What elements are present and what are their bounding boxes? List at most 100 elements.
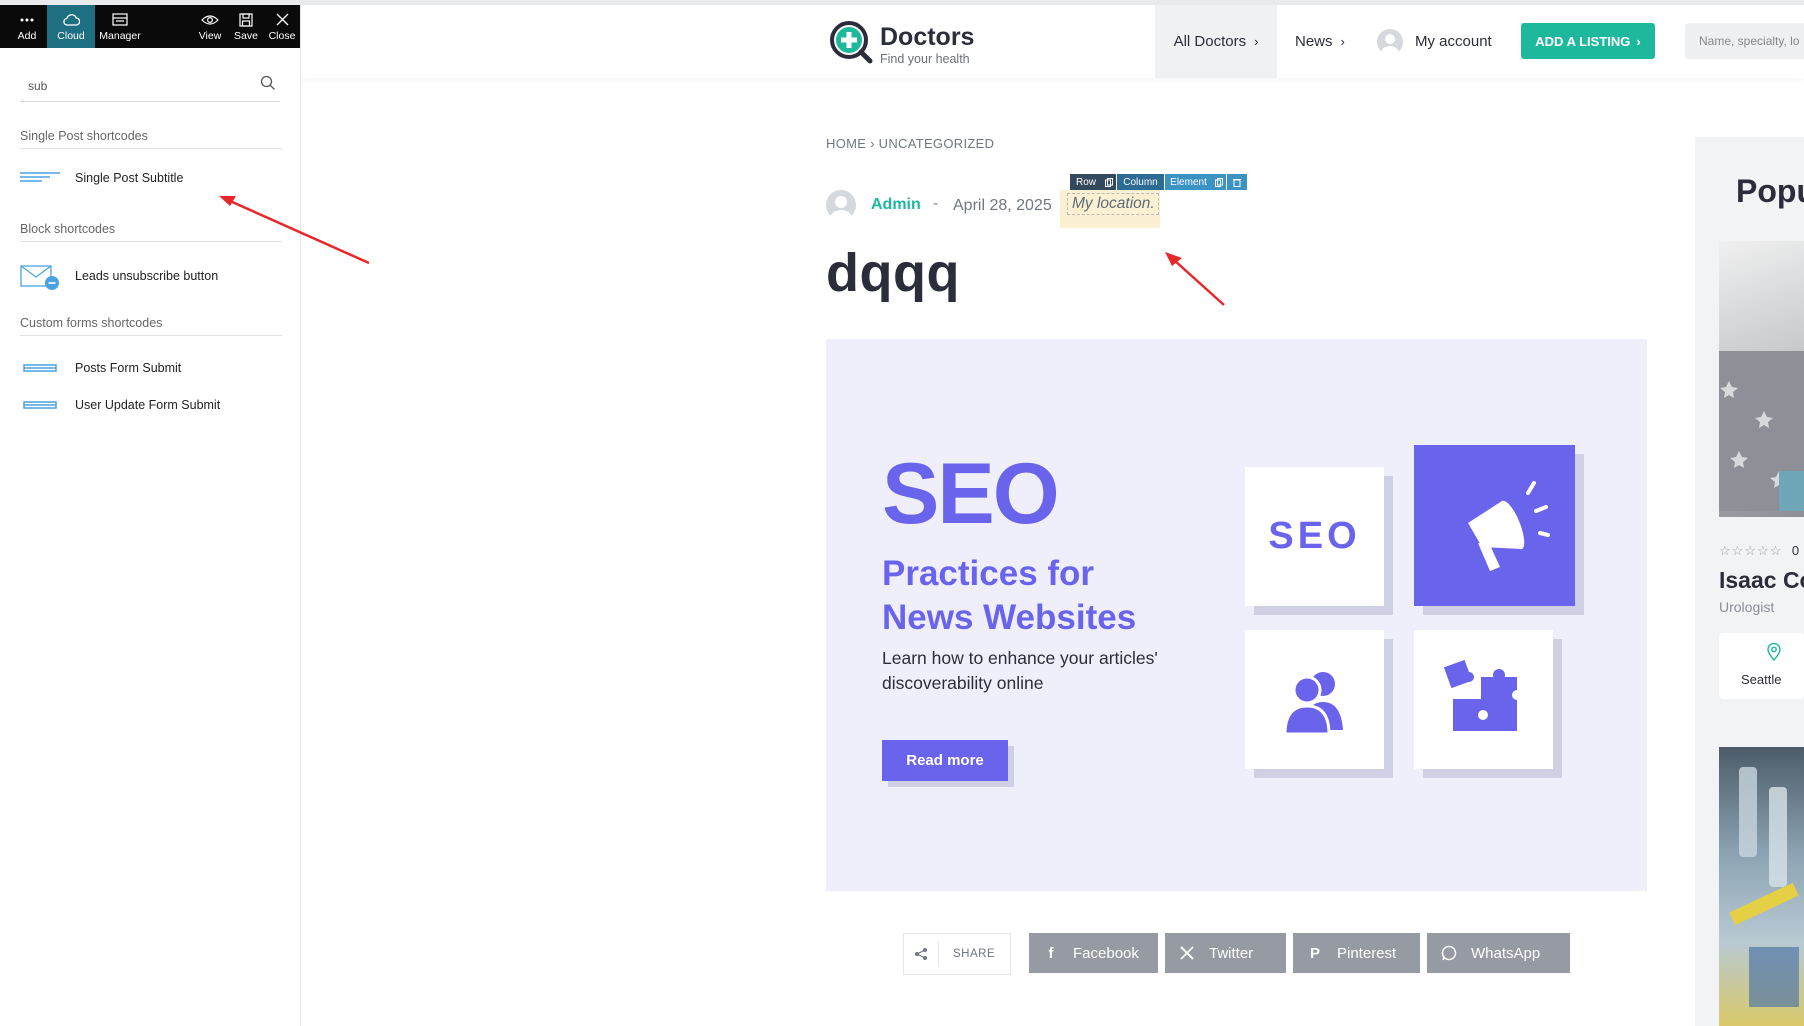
pinterest-icon: P [1309,944,1320,962]
logo-name: Doctors [880,23,975,51]
section-title-block: Block shortcodes [20,222,116,236]
nav-news[interactable]: News › [1295,5,1345,78]
nav-label: All Doctors [1173,33,1247,50]
share-label: SHARE [953,948,996,960]
breadcrumb[interactable]: HOME › UNCATEGORIZED [826,136,994,151]
row-copy-icon[interactable] [1102,174,1116,190]
section-divider [20,241,282,242]
hero-description-line: discoverability online [882,673,1044,693]
vials-photo[interactable] [1719,747,1804,1026]
author-avatar [826,190,856,220]
builder-panel: Add Cloud Manager View Save Close sub Si… [0,5,301,1026]
mail-unsubscribe-icon [20,263,62,290]
add-listing-label: ADD A LISTING [1535,33,1631,49]
form-submit-icon [20,355,62,381]
close-label: Close [268,29,296,42]
post-subtitle-location[interactable]: My location. [1067,193,1159,215]
search-placeholder: Name, specialty, lo [1699,34,1800,48]
column-label: Column [1123,176,1158,188]
element-control[interactable]: Element [1165,174,1212,190]
location-card [1719,633,1804,699]
rating-count: 0 [1791,543,1801,558]
add-label: Add [17,29,37,42]
manager-button[interactable]: Manager [97,5,143,48]
search-value: sub [28,79,48,93]
hero-subheading-line: Practices for [882,554,1095,593]
manager-icon [112,12,128,28]
cloud-button[interactable]: Cloud [47,5,95,48]
popular-sidebar: Popu ☆☆☆☆☆ 0 Isaac Co Urologist Seattle [1695,137,1804,1026]
author-link[interactable]: Admin [871,196,921,214]
share-button-label: WhatsApp [1471,944,1541,962]
doctor-city: Seattle [1741,672,1782,687]
site-logo[interactable]: Doctors Find your health [828,19,988,66]
avatar [1377,28,1403,55]
hero-subheading-line: News Websites [882,598,1137,637]
meta-separator: - [933,195,939,212]
shortcode-item-leads-unsubscribe[interactable]: Leads unsubscribe button [20,263,280,290]
puzzle-tile [1414,630,1553,769]
nav-all-doctors[interactable]: All Doctors › [1155,5,1277,78]
add-listing-button[interactable]: ADD A LISTING › [1521,23,1655,59]
share-icon [904,947,938,961]
shortcode-item-label: Single Post Subtitle [75,171,184,185]
floppy-icon [239,12,253,28]
nav-label: My account [1415,33,1492,50]
cloud-icon [62,12,80,28]
row-control[interactable]: Row [1070,174,1102,190]
share-divider [938,942,939,966]
share-button-label: Facebook [1073,944,1139,962]
chevron-right-icon: › [1340,34,1345,49]
section-title-single-post: Single Post shortcodes [20,129,148,143]
seo-tile: SEO [1245,467,1384,606]
builder-toolbar: Add Cloud Manager View Save Close [0,5,300,48]
manager-label: Manager [99,29,141,42]
view-label: View [198,29,222,42]
doctor-name[interactable]: Isaac Co [1719,567,1804,594]
trash-icon[interactable] [1227,174,1247,190]
read-more-button: Read more [882,740,1008,781]
logo-tagline: Find your health [880,52,970,66]
shortcode-item-label: User Update Form Submit [75,398,221,412]
share-facebook-button[interactable]: f Facebook [1029,933,1158,973]
shortcode-search-input[interactable]: sub [20,67,280,102]
chevron-right-icon: › [1254,34,1259,49]
share-whatsapp-button[interactable]: WhatsApp [1427,933,1570,973]
rating: ☆☆☆☆☆ 0 [1719,543,1800,559]
hero-description-line: Learn how to enhance your articles' [882,648,1158,668]
save-button[interactable]: Save [230,5,262,48]
nav-label: News [1295,33,1333,50]
element-copy-icon[interactable] [1212,174,1226,190]
column-control[interactable]: Column [1117,174,1164,190]
header-search-input[interactable]: Name, specialty, lo [1685,23,1804,59]
share-twitter-button[interactable]: Twitter [1165,933,1286,973]
star-rating-icon: ☆☆☆☆☆ [1719,543,1783,558]
featured-image: SEO Practices for News Websites Learn ho… [826,339,1647,891]
section-divider [20,335,282,336]
shortcode-item-posts-form-submit[interactable]: Posts Form Submit [20,355,280,381]
doctor-specialty: Urologist [1719,599,1775,615]
x-twitter-icon [1165,946,1209,960]
shortcode-item-user-update-form-submit[interactable]: User Update Form Submit [20,392,280,418]
form-submit-icon [20,392,62,418]
megaphone-tile [1414,445,1575,606]
logo-icon [830,21,873,64]
section-title-custom-forms: Custom forms shortcodes [20,316,163,330]
add-button[interactable]: Add [10,5,44,48]
search-icon[interactable] [260,75,276,96]
close-button[interactable]: Close [266,5,298,48]
share-pinterest-button[interactable]: P Pinterest [1293,933,1420,973]
cloud-label: Cloud [57,29,85,42]
shortcode-item-label: Posts Form Submit [75,361,182,375]
close-icon [276,12,289,28]
dots-icon [20,12,34,28]
facebook-icon: f [1048,944,1054,962]
shortcode-item-label: Leads unsubscribe button [75,269,219,283]
shortcode-item-single-post-subtitle[interactable]: Single Post Subtitle [20,165,280,191]
location-pin-icon [1767,642,1781,666]
doctor-photo[interactable] [1719,241,1804,517]
nav-my-account[interactable]: My account [1377,5,1492,78]
share-button-label: Pinterest [1337,944,1397,962]
post-date: April 28, 2025 [953,197,1052,214]
view-button[interactable]: View [194,5,226,48]
